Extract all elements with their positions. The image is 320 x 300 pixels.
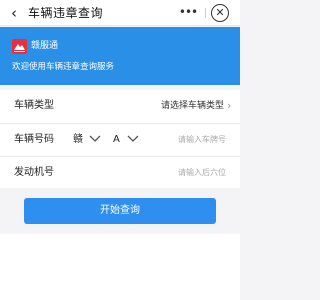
welcome-text: 欢迎使用车辆违章查询服务 bbox=[12, 62, 115, 72]
plate-number-row: 车辆号码 赣 A 请输入车牌号 bbox=[0, 123, 240, 155]
engine-number-input[interactable]: 请输入后六位 bbox=[178, 166, 226, 180]
engine-number-row: 发动机号 请输入后六位 bbox=[0, 156, 240, 188]
vehicle-type-label: 车辆类型 bbox=[14, 100, 54, 111]
chevron-right-icon: › bbox=[227, 99, 232, 112]
nav-divider bbox=[205, 8, 206, 18]
page-title: 车辆违章查询 bbox=[28, 6, 104, 20]
plate-number-input[interactable]: 请输入车牌号 bbox=[178, 133, 226, 147]
more-icon[interactable]: ••• bbox=[176, 5, 200, 21]
vehicle-type-row[interactable]: 车辆类型 请选择车辆类型 › bbox=[0, 90, 240, 122]
province-select[interactable]: 赣 bbox=[73, 132, 83, 148]
brand-name: 赣服通 bbox=[31, 41, 59, 51]
engine-number-label: 发动机号 bbox=[14, 167, 54, 178]
close-icon[interactable]: ✕ bbox=[211, 4, 229, 22]
query-form: 车辆类型 请选择车辆类型 › 车辆号码 赣 A 请输入车牌号 发动机号 请输入后… bbox=[0, 90, 240, 188]
vehicle-type-select[interactable]: 请选择车辆类型 bbox=[161, 99, 224, 113]
footer-area bbox=[0, 234, 240, 300]
service-banner: 赣服通 欢迎使用车辆违章查询服务 bbox=[0, 27, 240, 85]
chevron-down-icon[interactable] bbox=[127, 135, 139, 143]
chevron-down-icon[interactable] bbox=[89, 135, 101, 143]
nav-bar: ‹ 车辆违章查询 ••• ✕ bbox=[0, 0, 240, 26]
back-icon[interactable]: ‹ bbox=[6, 4, 22, 22]
letter-select[interactable]: A bbox=[113, 132, 120, 148]
brand-logo-icon bbox=[12, 39, 27, 54]
start-query-button[interactable]: 开始查询 bbox=[24, 198, 216, 224]
plate-number-label: 车辆号码 bbox=[14, 134, 54, 145]
